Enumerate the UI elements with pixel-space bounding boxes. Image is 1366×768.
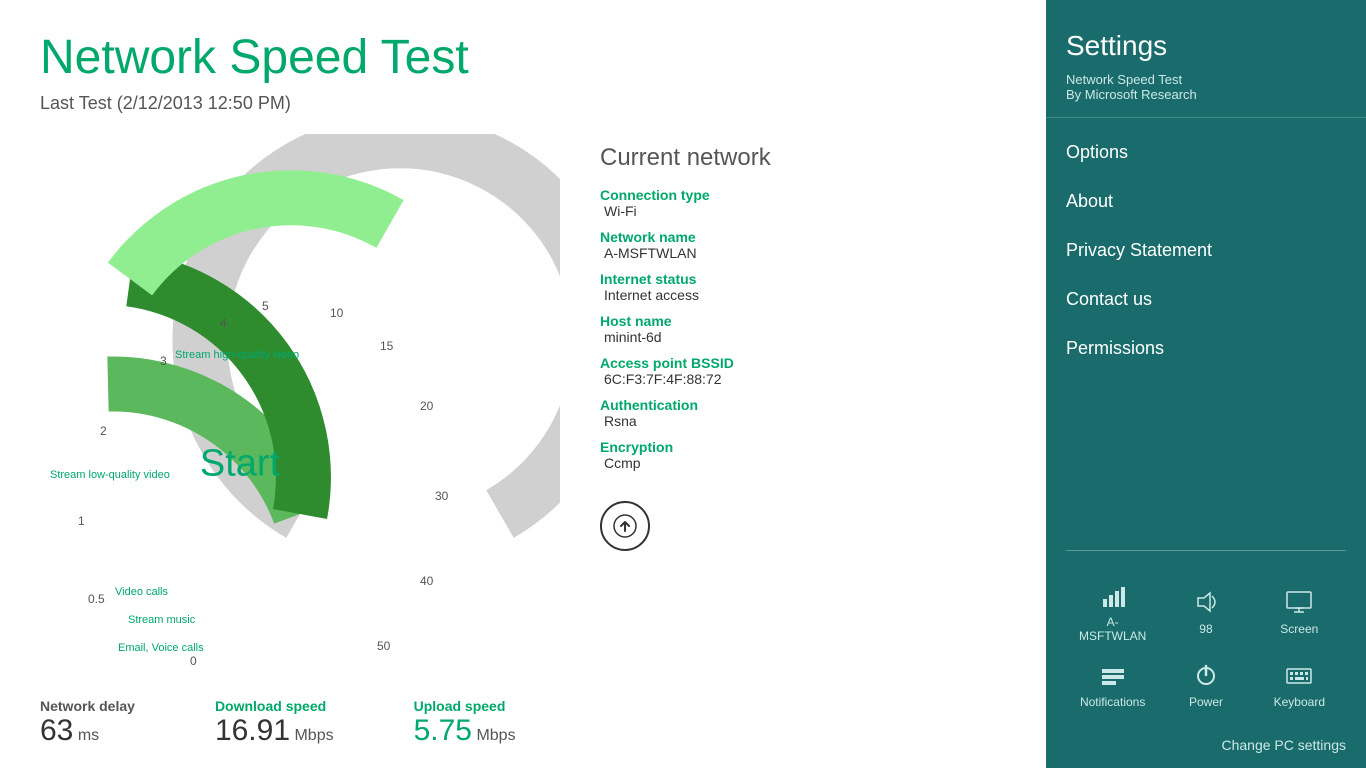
annotation-stream-music: Stream music [128,614,195,626]
value-network-name: A-MSFTWLAN [604,245,860,261]
field-bssid: Access point BSSID 6C:F3:7F:4F:88:72 [600,355,860,387]
annotation-hq-video: Stream high-quality video [175,349,299,361]
stat-download-value: 16.91 [215,714,290,747]
value-internet-status: Internet access [604,287,860,303]
settings-title: Settings [1046,20,1366,67]
gauge-section: 5 10 15 20 30 40 50 4 3 2 1 0.5 0 Stream… [40,134,1006,614]
gauge-num-30: 30 [435,489,448,503]
wifi-icon [1097,579,1129,611]
tray-volume-label: 98 [1199,622,1212,636]
field-host-name: Host name minint-6d [600,313,860,345]
stat-download-label: Download speed [215,698,334,714]
gauge-num-5: 5 [262,299,269,313]
label-connection-type: Connection type [600,187,860,203]
stat-upload-value: 5.75 [414,714,472,747]
annotation-lq-video: Stream low-quality video [50,469,170,481]
tray-wifi-label: A-MSFTWLAN [1075,615,1150,643]
gauge-svg [40,134,560,594]
power-icon [1190,659,1222,691]
label-bssid: Access point BSSID [600,355,860,371]
gauge-num-20: 20 [420,399,433,413]
value-connection-type: Wi-Fi [604,203,860,219]
gauge-num-40: 40 [420,574,433,588]
upload-icon-container [600,501,860,551]
label-encryption: Encryption [600,439,860,455]
gauge-num-0: 0 [190,654,197,668]
upload-arrow-icon [613,514,637,538]
stats-bar: Network delay 63 ms Download speed 16.91… [40,698,516,748]
gauge-num-15: 15 [380,339,393,353]
label-internet-status: Internet status [600,271,860,287]
gauge-num-1: 1 [78,514,85,528]
stat-download: Download speed 16.91 Mbps [215,698,334,748]
field-encryption: Encryption Ccmp [600,439,860,471]
field-auth: Authentication Rsna [600,397,860,429]
tray-keyboard-label: Keyboard [1274,695,1325,709]
upload-icon [600,501,650,551]
app-info-sub: By Microsoft Research [1066,87,1346,102]
annotation-video-calls: Video calls [115,586,168,598]
last-test: Last Test (2/12/2013 12:50 PM) [40,93,1006,114]
system-tray: A-MSFTWLAN 98 [1046,561,1366,727]
change-pc-settings[interactable]: Change PC settings [1046,727,1366,768]
app-info: Network Speed Test By Microsoft Research [1046,67,1366,118]
stat-upload-unit: Mbps [476,727,515,744]
gauge-num-50: 50 [377,639,390,653]
stat-network-delay: Network delay 63 ms [40,698,135,748]
stat-upload-label: Upload speed [414,698,516,714]
tray-notifications-label: Notifications [1080,695,1145,709]
sidebar: Settings Network Speed Test By Microsoft… [1046,0,1366,768]
main-content: Network Speed Test Last Test (2/12/2013 … [0,0,1046,768]
field-network-name: Network name A-MSFTWLAN [600,229,860,261]
stat-network-delay-label: Network delay [40,698,135,714]
value-auth: Rsna [604,413,860,429]
tray-screen-label: Screen [1280,622,1318,636]
value-bssid: 6C:F3:7F:4F:88:72 [604,371,860,387]
sidebar-menu: Options About Privacy Statement Contact … [1046,123,1366,540]
label-auth: Authentication [600,397,860,413]
keyboard-icon [1283,659,1315,691]
gauge-num-2: 2 [100,424,107,438]
tray-item-screen[interactable]: Screen [1262,586,1337,636]
value-host-name: minint-6d [604,329,860,345]
gauge-num-3: 3 [160,354,167,368]
start-button[interactable]: Start [200,443,280,486]
label-network-name: Network name [600,229,860,245]
notifications-icon [1097,659,1129,691]
sidebar-item-permissions[interactable]: Permissions [1046,324,1366,373]
stat-network-delay-value: 63 [40,714,73,747]
sidebar-item-privacy[interactable]: Privacy Statement [1046,226,1366,275]
sidebar-item-contact[interactable]: Contact us [1046,275,1366,324]
value-encryption: Ccmp [604,455,860,471]
stat-network-delay-unit: ms [78,727,99,744]
gauge-num-10: 10 [330,306,343,320]
tray-item-volume[interactable]: 98 [1168,586,1243,636]
sidebar-item-options[interactable]: Options [1046,128,1366,177]
tray-row-2: Notifications Power [1066,651,1346,717]
volume-icon [1190,586,1222,618]
field-internet-status: Internet status Internet access [600,271,860,303]
label-host-name: Host name [600,313,860,329]
gauge-num-05: 0.5 [88,592,105,606]
stat-upload: Upload speed 5.75 Mbps [414,698,516,748]
annotation-email: Email, Voice calls [118,642,204,654]
sidebar-divider [1066,550,1346,551]
stat-download-unit: Mbps [294,727,333,744]
tray-row-1: A-MSFTWLAN 98 [1066,571,1346,651]
screen-icon [1283,586,1315,618]
gauge-num-4: 4 [220,316,227,330]
network-title: Current network [600,144,860,172]
tray-item-wifi[interactable]: A-MSFTWLAN [1075,579,1150,643]
app-info-name: Network Speed Test [1066,72,1346,87]
network-panel: Current network Connection type Wi-Fi Ne… [600,144,860,551]
field-connection-type: Connection type Wi-Fi [600,187,860,219]
tray-item-power[interactable]: Power [1168,659,1243,709]
tray-power-label: Power [1189,695,1223,709]
sidebar-item-about[interactable]: About [1046,177,1366,226]
app-title: Network Speed Test [40,30,1006,85]
gauge-container: 5 10 15 20 30 40 50 4 3 2 1 0.5 0 Stream… [40,134,560,614]
tray-item-keyboard[interactable]: Keyboard [1262,659,1337,709]
tray-item-notifications[interactable]: Notifications [1075,659,1150,709]
